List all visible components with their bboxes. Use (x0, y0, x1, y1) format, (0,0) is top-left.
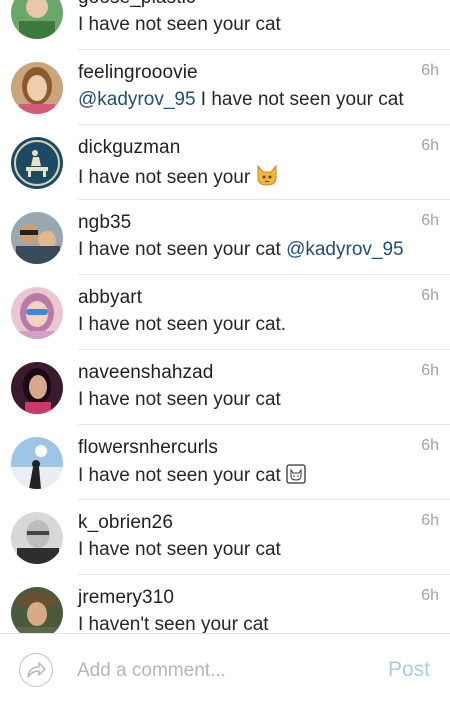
comment-username[interactable]: goose_plastic (78, 0, 196, 9)
comment-time: 6h (421, 362, 439, 379)
comment-row: ngb35 6h I have not seen your cat @kadyr… (0, 200, 450, 275)
share-arrow-icon (27, 662, 46, 678)
comment-text: I have not seen your cat @kadyrov_95 (78, 239, 404, 260)
comment-time: 6h (421, 62, 439, 79)
comment-text: I have not seen your cat (78, 539, 281, 560)
comment-time: 6h (421, 512, 439, 529)
share-button[interactable] (19, 653, 53, 687)
avatar[interactable] (11, 362, 63, 414)
comment-composer: Post (0, 633, 450, 707)
comment-time: 6h (421, 587, 439, 604)
comment-text: I haven't seen your cat (78, 614, 269, 633)
mention-link[interactable]: @kadyrov_95 (78, 89, 196, 110)
framed-cat-emoji-icon (286, 464, 306, 490)
comment-row: feelingrooovie 6h @kadyrov_95 I have not… (0, 50, 450, 125)
comment-time: 6h (421, 212, 439, 229)
avatar[interactable] (11, 437, 63, 489)
cat-face-emoji-icon (255, 164, 279, 192)
avatar[interactable] (11, 62, 63, 114)
avatar[interactable] (11, 212, 63, 264)
comment-username[interactable]: flowersnhercurls (78, 437, 218, 459)
comment-text: I have not seen your cat (78, 14, 281, 35)
comment-row: k_obrien26 6h I have not seen your cat (0, 500, 450, 575)
mention-link[interactable]: @kadyrov_95 (286, 239, 404, 260)
comment-row: abbyart 6h I have not seen your cat. (0, 275, 450, 350)
comment-username[interactable]: dickguzman (78, 137, 180, 159)
comment-text: @kadyrov_95 I have not seen your cat (78, 89, 404, 110)
comment-row: flowersnhercurls 6h I have not seen your… (0, 425, 450, 500)
comment-input[interactable] (77, 657, 367, 685)
comment-username[interactable]: abbyart (78, 287, 142, 309)
comment-row: jremery310 6h I haven't seen your cat (0, 575, 450, 633)
comment-time: 6h (421, 0, 439, 5)
avatar[interactable] (11, 0, 63, 39)
comment-row: goose_plastic 6h I have not seen your ca… (0, 0, 450, 50)
comment-username[interactable]: ngb35 (78, 212, 131, 234)
comment-username[interactable]: naveenshahzad (78, 362, 213, 384)
comment-username[interactable]: k_obrien26 (78, 512, 173, 534)
post-button[interactable]: Post (388, 658, 430, 682)
comment-text: I have not seen your cat (78, 464, 306, 490)
comment-text: I have not seen your cat (78, 389, 281, 410)
comment-list: goose_plastic 6h I have not seen your ca… (0, 0, 450, 633)
comment-text: I have not seen your (78, 164, 279, 192)
avatar[interactable] (11, 287, 63, 339)
comment-time: 6h (421, 437, 439, 454)
comment-time: 6h (421, 137, 439, 154)
comment-row: dickguzman 6h I have not seen your (0, 125, 450, 200)
comment-text: I have not seen your cat. (78, 314, 287, 335)
comment-username[interactable]: feelingrooovie (78, 62, 198, 84)
avatar[interactable] (11, 137, 63, 189)
avatar[interactable] (11, 512, 63, 564)
comment-username[interactable]: jremery310 (78, 587, 174, 609)
avatar[interactable] (11, 587, 63, 633)
comment-row: naveenshahzad 6h I have not seen your ca… (0, 350, 450, 425)
comment-time: 6h (421, 287, 439, 304)
